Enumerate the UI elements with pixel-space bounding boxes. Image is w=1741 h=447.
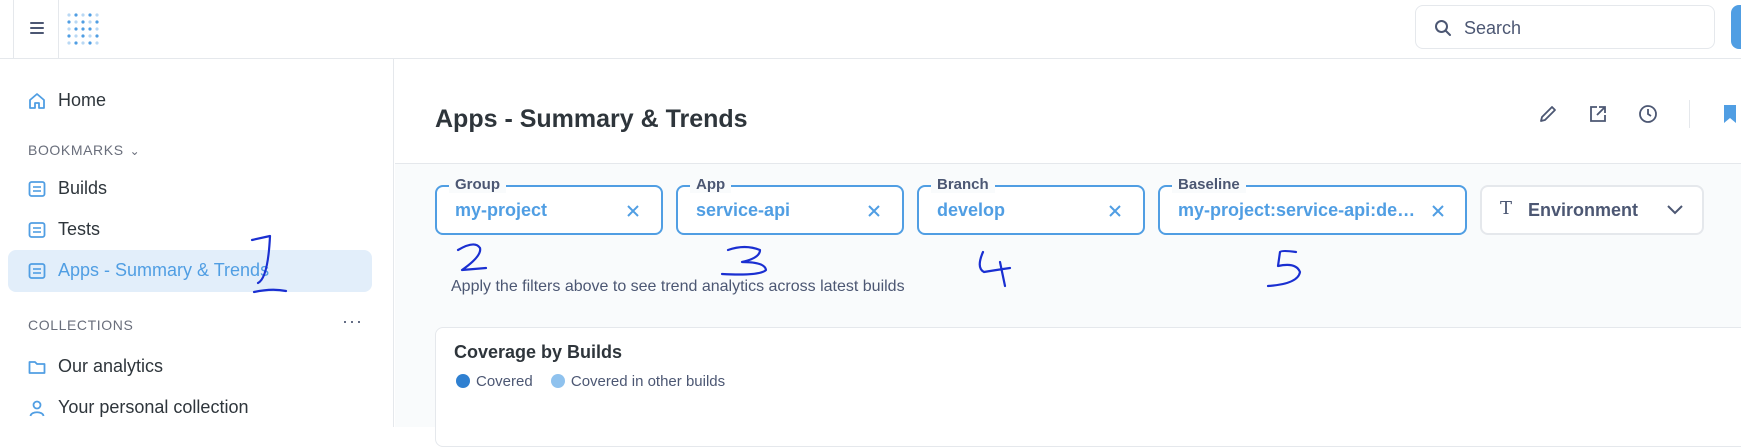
baseline-filter[interactable]: Baseline my-project:service-api:devel… xyxy=(1158,176,1467,235)
legend-item-covered[interactable]: Covered xyxy=(456,373,533,390)
filter-hint-text: Apply the filters above to see trend ana… xyxy=(451,278,905,295)
filter-label: App xyxy=(690,176,732,193)
sidebar-item-label: Home xyxy=(58,90,107,110)
search-input[interactable]: Search xyxy=(1415,5,1715,49)
branch-filter[interactable]: Branch develop xyxy=(917,176,1145,235)
sidebar-item-label: Builds xyxy=(58,178,108,198)
environment-filter[interactable]: T Environment xyxy=(1480,185,1704,235)
legend-dot xyxy=(550,374,565,388)
more-options-icon[interactable]: ··· xyxy=(342,311,363,332)
sidebar-item-label: Tests xyxy=(58,219,101,239)
close-icon[interactable] xyxy=(1107,203,1123,219)
logo-divider xyxy=(58,0,59,59)
search-placeholder: Search xyxy=(1464,18,1522,38)
header-divider xyxy=(1689,100,1690,128)
home-icon xyxy=(29,93,45,109)
sidebar-item-home[interactable]: Home xyxy=(8,80,372,122)
dashboard-icon xyxy=(28,263,46,279)
sidebar-item-apps-summary-trends[interactable]: Apps - Summary & Trends xyxy=(8,250,372,292)
legend-label: Covered xyxy=(476,373,533,390)
legend-item-covered-other[interactable]: Covered in other builds xyxy=(550,373,726,390)
person-icon xyxy=(29,400,45,417)
clock-icon[interactable] xyxy=(1636,102,1660,126)
filter-value: my-project:service-api:devel… xyxy=(1178,200,1416,220)
legend-label: Covered in other builds xyxy=(570,373,726,390)
hamburger-menu-icon[interactable] xyxy=(26,19,48,41)
bookmark-icon[interactable] xyxy=(1718,102,1741,126)
folder-icon xyxy=(28,361,46,374)
dashboard-header: Apps - Summary & Trends xyxy=(395,59,1741,164)
chart-legend: Covered Covered in other builds xyxy=(456,373,739,390)
filter-value: my-project xyxy=(455,200,548,220)
sidebar-item-label: Apps - Summary & Trends xyxy=(58,260,270,280)
table-icon xyxy=(28,222,46,238)
table-icon xyxy=(28,181,46,197)
chevron-down-icon xyxy=(1667,205,1683,215)
close-icon[interactable] xyxy=(1430,203,1446,219)
group-filter[interactable]: Group my-project xyxy=(435,176,663,235)
search-icon xyxy=(1435,20,1451,36)
filter-label: Environment xyxy=(1528,200,1639,220)
filter-value: develop xyxy=(937,200,1006,220)
card-title[interactable]: Coverage by Builds xyxy=(454,342,622,363)
left-edge-divider xyxy=(13,0,14,59)
text-type-icon: T xyxy=(1500,198,1513,219)
close-icon[interactable] xyxy=(866,203,882,219)
sidebar-item-label: Our analytics xyxy=(58,356,164,376)
sidebar-item-builds[interactable]: Builds xyxy=(8,168,372,210)
sidebar-item-personal-collection[interactable]: Your personal collection xyxy=(8,387,372,429)
close-icon[interactable] xyxy=(625,203,641,219)
coverage-card: Coverage by Builds Covered Covered in ot… xyxy=(435,327,1741,447)
main-content: Apps - Summary & Trends Group my-project… xyxy=(395,59,1741,447)
sidebar-item-tests[interactable]: Tests xyxy=(8,209,372,251)
legend-dot xyxy=(456,374,470,388)
filter-value: service-api xyxy=(696,200,791,220)
top-bar: Search xyxy=(0,0,1741,59)
filter-label: Group xyxy=(449,176,506,193)
sidebar-item-label: Your personal collection xyxy=(58,397,249,417)
app-logo-icon[interactable] xyxy=(63,8,103,48)
sidebar: Home BOOKMARKS ⌄ Builds Tests Apps - Summ… xyxy=(0,59,394,427)
chevron-down-icon: ⌄ xyxy=(129,144,141,158)
page-title: Apps - Summary & Trends xyxy=(435,105,748,133)
app-filter[interactable]: App service-api xyxy=(676,176,904,235)
share-icon[interactable] xyxy=(1586,102,1610,126)
new-button[interactable] xyxy=(1731,5,1741,49)
pencil-icon[interactable] xyxy=(1536,102,1560,126)
filter-label: Baseline xyxy=(1172,176,1246,193)
filter-label: Branch xyxy=(931,176,995,193)
sidebar-item-our-analytics[interactable]: Our analytics xyxy=(8,346,372,388)
collections-heading: COLLECTIONS xyxy=(28,317,134,333)
bookmarks-heading[interactable]: BOOKMARKS ⌄ xyxy=(28,142,140,158)
bookmarks-heading-label: BOOKMARKS xyxy=(28,142,124,158)
